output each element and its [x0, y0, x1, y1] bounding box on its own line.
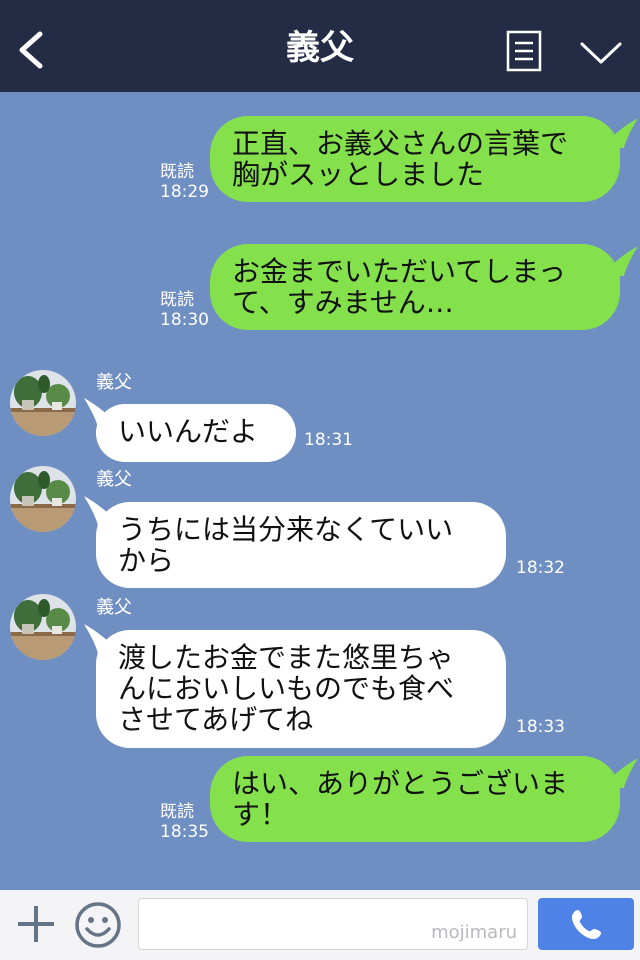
- avatar[interactable]: [10, 370, 76, 436]
- menu-list-icon[interactable]: [506, 30, 542, 72]
- plant-photo-icon: [10, 370, 76, 436]
- incoming-message[interactable]: うちには当分来なくていい から: [96, 502, 506, 588]
- chat-header: 義父: [0, 0, 640, 92]
- chat-title: 義父: [286, 28, 354, 68]
- sender-name: 義父: [96, 469, 132, 490]
- smiley-icon[interactable]: [74, 901, 122, 949]
- message-time: 18:31: [304, 430, 353, 450]
- plant-photo-icon: [10, 594, 76, 660]
- avatar[interactable]: [10, 594, 76, 660]
- read-receipt: 既読 18:35: [160, 802, 209, 842]
- avatar[interactable]: [10, 466, 76, 532]
- plant-photo-icon: [10, 466, 76, 532]
- phone-icon: [572, 910, 601, 939]
- outgoing-message[interactable]: お金までいただいてしまっ て、すみません…: [210, 244, 620, 330]
- message-list[interactable]: 既読 18:29 正直、お義父さんの言葉で 胸がスッとしました 既読 18:30…: [0, 92, 640, 890]
- message-time: 18:32: [516, 558, 565, 578]
- read-receipt: 既読 18:30: [160, 290, 209, 330]
- incoming-message[interactable]: いいんだよ: [96, 404, 296, 462]
- watermark: mojimaru: [431, 922, 517, 943]
- outgoing-message[interactable]: はい、ありがとうございま す！: [210, 756, 620, 842]
- read-receipt: 既読 18:29: [160, 162, 209, 202]
- input-bar: mojimaru: [0, 890, 640, 960]
- sender-name: 義父: [96, 597, 132, 618]
- plus-icon[interactable]: [14, 902, 58, 946]
- message-time: 18:33: [516, 717, 565, 737]
- chevron-down-icon[interactable]: [578, 36, 624, 70]
- outgoing-message[interactable]: 正直、お義父さんの言葉で 胸がスッとしました: [210, 116, 620, 202]
- message-input[interactable]: mojimaru: [138, 898, 528, 950]
- call-button[interactable]: [538, 898, 634, 950]
- incoming-message[interactable]: 渡したお金でまた悠里ちゃ んにおいしいものでも食べ させてあげてね: [96, 630, 506, 748]
- sender-name: 義父: [96, 372, 132, 393]
